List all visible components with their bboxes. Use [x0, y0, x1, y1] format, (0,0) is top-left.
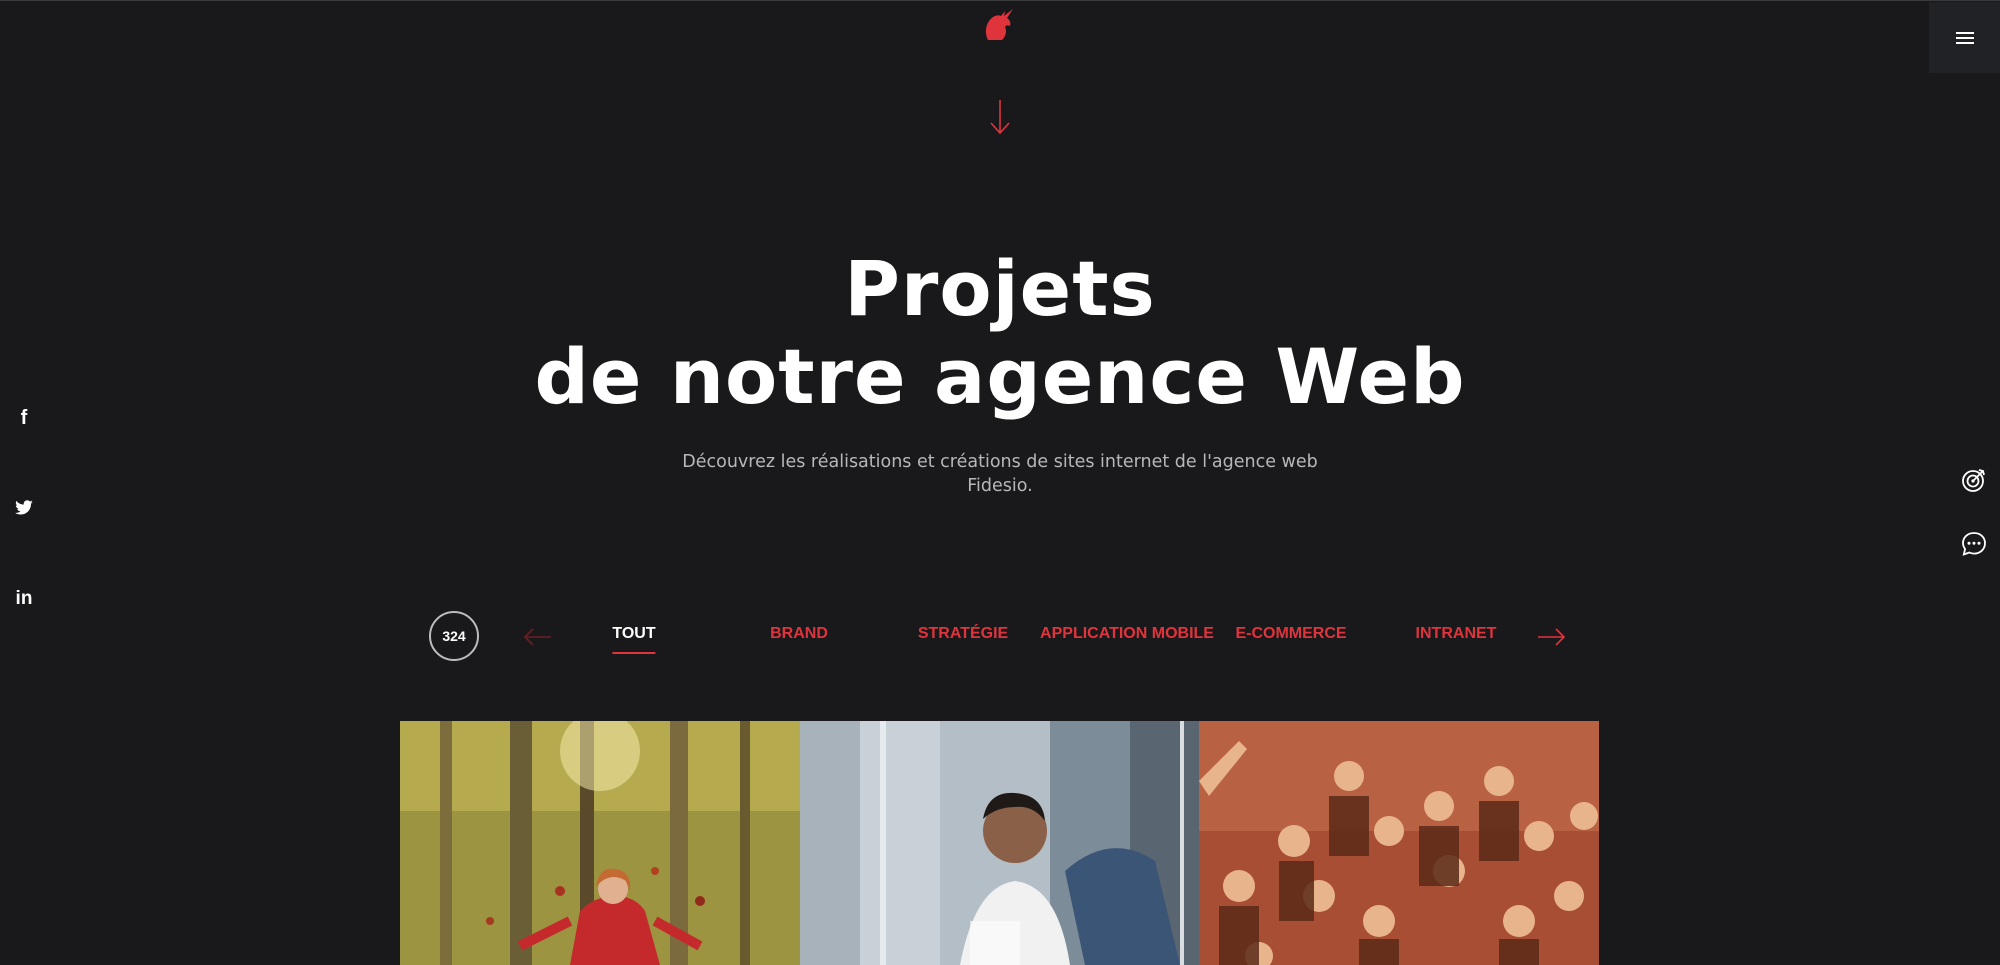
page-title-line-1: Projets	[844, 244, 1156, 333]
office-man-smiling-photo	[800, 721, 1199, 965]
filter-tab-strategie[interactable]: STRATÉGIE	[918, 625, 1008, 649]
twitter-icon[interactable]	[12, 496, 36, 520]
project-card-autumn[interactable]	[400, 721, 800, 965]
arrow-down-icon[interactable]	[988, 98, 1012, 136]
arrow-left-icon[interactable]	[521, 625, 553, 649]
filter-tab-intranet[interactable]: INTRANET	[1416, 625, 1497, 649]
unicorn-logo-icon[interactable]	[980, 6, 1020, 46]
top-border	[0, 0, 2000, 1]
filter-tab-e-commerce[interactable]: E-COMMERCE	[1235, 625, 1346, 649]
facebook-icon[interactable]: f	[12, 406, 36, 430]
page-subtitle-line-2: Fidesio.	[967, 476, 1033, 496]
arrow-right-icon[interactable]	[1536, 625, 1568, 649]
page-subtitle-line-1: Découvrez les réalisations et créations …	[682, 452, 1318, 472]
target-icon[interactable]	[1960, 466, 1988, 494]
project-grid	[400, 721, 1599, 965]
hamburger-icon	[1955, 29, 1974, 47]
filter-tab-tout[interactable]: TOUT	[612, 625, 655, 649]
autumn-forest-woman-photo	[400, 721, 800, 965]
chat-bubble-icon[interactable]	[1960, 530, 1988, 558]
page-subtitle: Découvrez les réalisations et créations …	[680, 450, 1320, 498]
project-card-office[interactable]	[800, 721, 1199, 965]
project-count-badge: 324	[429, 611, 479, 661]
filter-tab-brand[interactable]: BRAND	[770, 625, 828, 649]
linkedin-icon[interactable]: in	[12, 587, 36, 611]
menu-button[interactable]	[1929, 2, 2000, 73]
page-title: Projets de notre agence Web	[0, 245, 2000, 421]
project-card-team[interactable]	[1199, 721, 1599, 965]
filter-tab-application-mobile[interactable]: APPLICATION MOBILE	[1040, 625, 1214, 649]
team-group-photo	[1199, 721, 1599, 965]
page-title-line-2: de notre agence Web	[534, 332, 1466, 421]
